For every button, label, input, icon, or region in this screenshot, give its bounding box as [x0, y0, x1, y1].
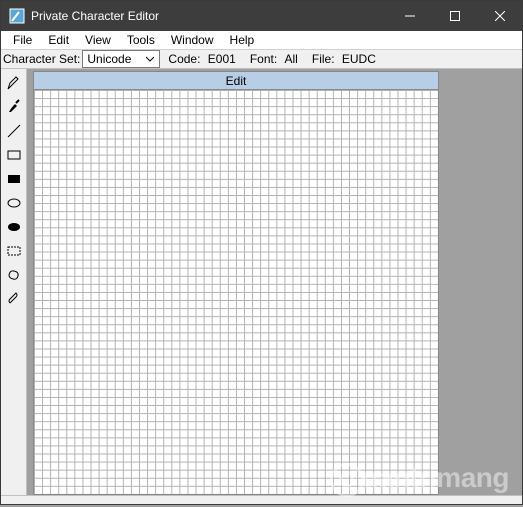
info-bar: Character Set: Unicode Code: E001 Font: … — [1, 50, 522, 69]
brush-tool[interactable] — [3, 96, 25, 118]
freeform-select-tool[interactable] — [3, 264, 25, 286]
chevron-down-icon — [143, 55, 157, 63]
pencil-tool[interactable] — [3, 72, 25, 94]
canvas-area: Edit — [27, 69, 439, 495]
app-icon — [9, 8, 25, 24]
canvas-header-label: Edit — [226, 74, 247, 88]
line-tool[interactable] — [3, 120, 25, 142]
ellipse-outline-tool[interactable] — [3, 192, 25, 214]
charset-label: Character Set: — [3, 52, 80, 66]
font-label: Font: — [250, 52, 277, 66]
menu-file[interactable]: File — [5, 31, 40, 49]
ellipse-fill-tool[interactable] — [3, 216, 25, 238]
code-field: Code: E001 — [168, 52, 235, 66]
code-label: Code: — [168, 52, 200, 66]
menu-window[interactable]: Window — [163, 31, 222, 49]
eraser-tool[interactable] — [3, 288, 25, 310]
minimize-button[interactable] — [387, 1, 432, 31]
maximize-button[interactable] — [432, 1, 477, 31]
window-title: Private Character Editor — [31, 9, 159, 23]
rect-outline-tool[interactable] — [3, 144, 25, 166]
font-value: All — [285, 52, 298, 66]
work-area: Edit — [1, 69, 522, 495]
canvas-frame: Edit — [33, 71, 439, 495]
file-value: EUDC — [342, 52, 376, 66]
menu-edit[interactable]: Edit — [40, 31, 77, 49]
status-bar — [1, 495, 522, 504]
toolbox — [1, 69, 27, 495]
close-button[interactable] — [477, 1, 522, 31]
charset-value: Unicode — [87, 52, 131, 66]
menu-bar: File Edit View Tools Window Help — [1, 31, 522, 50]
title-bar: Private Character Editor — [1, 1, 522, 31]
rect-fill-tool[interactable] — [3, 168, 25, 190]
edit-grid[interactable] — [34, 90, 438, 494]
code-value: E001 — [208, 52, 236, 66]
font-field: Font: All — [250, 52, 298, 66]
menu-help[interactable]: Help — [222, 31, 263, 49]
file-label: File: — [312, 52, 335, 66]
app-window: Private Character Editor File Edit View … — [0, 0, 523, 505]
menu-view[interactable]: View — [77, 31, 119, 49]
file-field: File: EUDC — [312, 52, 376, 66]
canvas-header: Edit — [34, 72, 438, 90]
menu-tools[interactable]: Tools — [119, 31, 163, 49]
charset-dropdown[interactable]: Unicode — [82, 50, 160, 68]
rect-select-tool[interactable] — [3, 240, 25, 262]
